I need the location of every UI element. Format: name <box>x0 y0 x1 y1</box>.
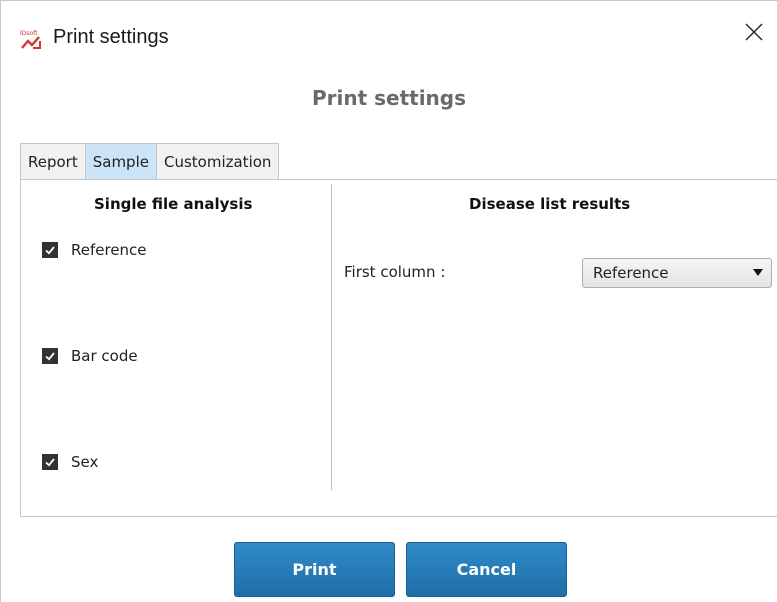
window-title: Print settings <box>53 26 169 48</box>
tab-sample[interactable]: Sample <box>84 143 156 180</box>
sex-checkbox-row[interactable]: Sex <box>42 453 98 471</box>
print-settings-window: IDsoft Print settings Print settings Rep… <box>0 0 777 602</box>
sex-checkbox-label: Sex <box>71 453 99 471</box>
tab-report[interactable]: Report <box>20 143 85 180</box>
dialog-heading: Print settings <box>311 86 467 110</box>
checkmark-icon <box>45 246 55 255</box>
checkmark-icon <box>45 458 55 467</box>
sex-checkbox[interactable] <box>42 454 58 470</box>
title-bar[interactable]: IDsoft Print settings <box>1 1 777 77</box>
bar-code-checkbox[interactable] <box>42 348 58 364</box>
checkmark-icon <box>45 352 55 361</box>
bar-code-checkbox-row[interactable]: Bar code <box>42 347 138 365</box>
svg-text:IDsoft: IDsoft <box>20 30 38 37</box>
disease-list-results-title: Disease list results <box>469 195 631 213</box>
reference-checkbox-row[interactable]: Reference <box>42 241 147 259</box>
section-divider <box>331 184 332 490</box>
tab-customization[interactable]: Customization <box>155 143 280 180</box>
dropdown-arrow-icon <box>753 269 763 276</box>
print-button[interactable]: Print <box>234 542 395 597</box>
reference-checkbox[interactable] <box>42 242 58 258</box>
app-logo-icon: IDsoft <box>19 28 43 52</box>
first-column-select[interactable]: Reference <box>582 258 772 288</box>
single-file-analysis-title: Single file analysis <box>94 195 253 213</box>
reference-checkbox-label: Reference <box>71 241 147 259</box>
close-button[interactable] <box>731 9 777 55</box>
cancel-button[interactable]: Cancel <box>406 542 567 597</box>
sample-tab-panel: Single file analysis Reference Bar code … <box>20 179 777 517</box>
bar-code-checkbox-label: Bar code <box>71 347 138 365</box>
tab-bar: Report Sample Customization <box>20 143 280 180</box>
first-column-label: First column : <box>344 263 446 281</box>
close-icon <box>745 23 763 41</box>
first-column-selected-value: Reference <box>593 264 669 282</box>
